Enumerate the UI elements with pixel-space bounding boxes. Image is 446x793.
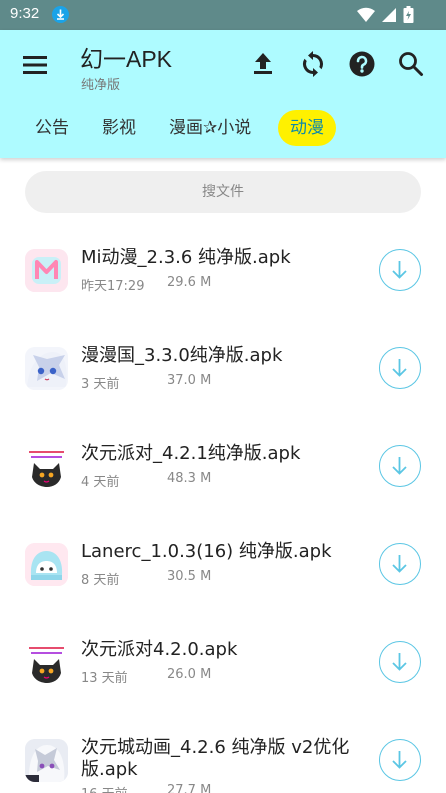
app-icon-ciyuancheng <box>25 739 68 782</box>
signal-icon <box>381 7 397 27</box>
list-item[interactable]: 漫漫国_3.3.0纯净版.apk 3 天前 37.0 M <box>0 319 446 417</box>
tab-anime[interactable]: 动漫 <box>278 110 336 146</box>
file-date: 3 天前 <box>81 377 120 392</box>
file-name: 次元派对4.2.0.apk <box>81 639 238 660</box>
list-item[interactable]: 次元派对4.2.0.apk 13 天前 26.0 M <box>0 613 446 711</box>
list-item[interactable]: 次元派对_4.2.1纯净版.apk 4 天前 48.3 M <box>0 417 446 515</box>
file-name: Mi动漫_2.3.6 纯净版.apk <box>81 247 291 268</box>
file-name: 漫漫国_3.3.0纯净版.apk <box>81 345 283 366</box>
sync-icon[interactable] <box>298 49 328 79</box>
download-icon[interactable] <box>379 445 421 487</box>
tab-bar: 公告 影视 漫画✰小说 动漫 <box>0 108 446 148</box>
search-input[interactable]: 搜文件 <box>25 171 421 213</box>
upload-icon[interactable] <box>248 49 278 79</box>
app-subtitle: 纯净版 <box>81 78 121 93</box>
file-size: 26.0 M <box>167 667 212 682</box>
download-icon[interactable] <box>379 739 421 781</box>
tab-announcements[interactable]: 公告 <box>35 110 69 146</box>
app-icon-ciyuan-paidui <box>25 641 68 684</box>
list-item[interactable]: Lanerc_1.0.3(16) 纯净版.apk 8 天前 30.5 M <box>0 515 446 613</box>
app-title: 幻一APK <box>80 46 173 72</box>
file-name: Lanerc_1.0.3(16) 纯净版.apk <box>81 541 332 562</box>
file-date: 13 天前 <box>81 671 128 686</box>
download-icon[interactable] <box>379 347 421 389</box>
status-bar: 9:32 <box>0 0 446 30</box>
list-item[interactable]: Mi动漫_2.3.6 纯净版.apk 昨天17:29 29.6 M <box>0 221 446 319</box>
file-size: 27.7 M <box>167 783 212 793</box>
battery-icon <box>403 6 414 27</box>
file-name: 次元派对_4.2.1纯净版.apk <box>81 443 301 464</box>
file-date: 8 天前 <box>81 573 120 588</box>
status-time: 9:32 <box>10 5 40 22</box>
download-icon[interactable] <box>379 543 421 585</box>
download-icon[interactable] <box>379 249 421 291</box>
download-notification-icon <box>52 6 69 23</box>
file-size: 48.3 M <box>167 471 212 486</box>
file-size: 29.6 M <box>167 275 212 290</box>
download-icon[interactable] <box>379 641 421 683</box>
menu-icon[interactable] <box>20 50 50 80</box>
app-icon-ciyuan-paidui <box>25 445 68 488</box>
file-date: 昨天17:29 <box>81 279 145 294</box>
app-icon-manmanguo <box>25 347 68 390</box>
file-date: 16 天前 <box>81 783 128 793</box>
app-icon-mi-dongman <box>25 249 68 292</box>
file-size: 30.5 M <box>167 569 212 584</box>
file-size: 37.0 M <box>167 373 212 388</box>
app-bar: 幻一APK 纯净版 公告 影视 漫画✰小说 动漫 <box>0 30 446 158</box>
list-item[interactable]: 次元城动画_4.2.6 纯净版 v2优化版.apk 16 天前 27.7 M <box>0 711 446 793</box>
wifi-icon <box>357 7 375 27</box>
tab-comics-novels[interactable]: 漫画✰小说 <box>169 110 251 146</box>
file-date: 4 天前 <box>81 475 120 490</box>
help-icon[interactable] <box>347 49 377 79</box>
search-icon[interactable] <box>396 49 426 79</box>
app-icon-lanerc <box>25 543 68 586</box>
file-name: 次元城动画_4.2.6 纯净版 v2优化版.apk <box>81 737 350 780</box>
tab-movies[interactable]: 影视 <box>102 110 136 146</box>
